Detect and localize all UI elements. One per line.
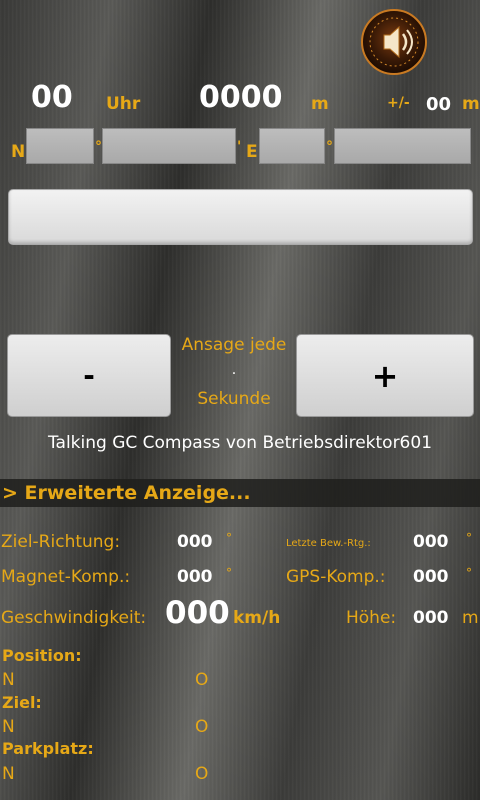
distance-value: 0000 xyxy=(199,80,283,115)
target-east: O xyxy=(195,717,209,737)
distance-unit: m xyxy=(311,94,329,114)
speed-label: Geschwindigkeit: xyxy=(1,608,147,628)
announcement-field[interactable] xyxy=(8,189,473,245)
accuracy-value: 00 xyxy=(426,94,452,115)
last-move-label: Letzte Bew.-Rtg.: xyxy=(286,538,371,549)
east-label: E xyxy=(246,142,258,162)
speaker-icon[interactable] xyxy=(358,8,430,76)
magnet-degree: ° xyxy=(226,566,232,580)
position-north: N xyxy=(2,670,15,690)
gps-label: GPS-Komp.: xyxy=(286,567,386,587)
accuracy-unit: m xyxy=(462,94,480,114)
interval-line2: Sekunde xyxy=(197,389,271,409)
speed-unit: km/h xyxy=(233,608,281,628)
credit-text: Talking GC Compass von Betriebsdirektor6… xyxy=(47,433,433,453)
target-direction-value: 000 xyxy=(177,532,213,552)
gps-value: 000 xyxy=(413,567,449,587)
gps-degree: ° xyxy=(466,566,472,580)
east-degree-sep: ° xyxy=(326,139,333,155)
north-degree-input[interactable] xyxy=(26,128,94,164)
target-direction-degree: ° xyxy=(226,531,232,545)
parking-label: Parkplatz: xyxy=(2,739,94,758)
north-label: N xyxy=(11,142,26,162)
position-label: Position: xyxy=(2,646,82,665)
parking-north: N xyxy=(2,764,15,784)
north-minute-input[interactable] xyxy=(102,128,236,164)
height-value: 000 xyxy=(413,608,449,628)
north-minute-sep: ' xyxy=(237,139,242,155)
time-value: 00 xyxy=(31,80,73,115)
last-move-degree: ° xyxy=(466,531,472,545)
magnet-label: Magnet-Komp.: xyxy=(1,567,131,587)
speed-value: 000 xyxy=(165,595,230,631)
interval-value: . xyxy=(231,362,237,378)
last-move-value: 000 xyxy=(413,532,449,552)
extended-display-toggle[interactable]: > Erweiterte Anzeige... xyxy=(0,479,480,507)
parking-east: O xyxy=(195,764,209,784)
increase-button[interactable]: + xyxy=(296,334,474,417)
target-label: Ziel: xyxy=(2,693,42,712)
height-label: Höhe: xyxy=(346,608,397,628)
accuracy-prefix: +/- xyxy=(387,95,410,111)
interval-line1: Ansage jede xyxy=(181,335,287,355)
target-direction-label: Ziel-Richtung: xyxy=(1,532,121,552)
east-minute-input[interactable] xyxy=(334,128,471,164)
position-east: O xyxy=(195,670,209,690)
magnet-value: 000 xyxy=(177,567,213,587)
height-unit: m xyxy=(462,608,479,628)
time-unit: Uhr xyxy=(106,94,141,114)
target-north: N xyxy=(2,717,15,737)
east-degree-input[interactable] xyxy=(259,128,325,164)
north-degree-sep: ° xyxy=(95,139,102,155)
decrease-button[interactable]: - xyxy=(7,334,171,417)
